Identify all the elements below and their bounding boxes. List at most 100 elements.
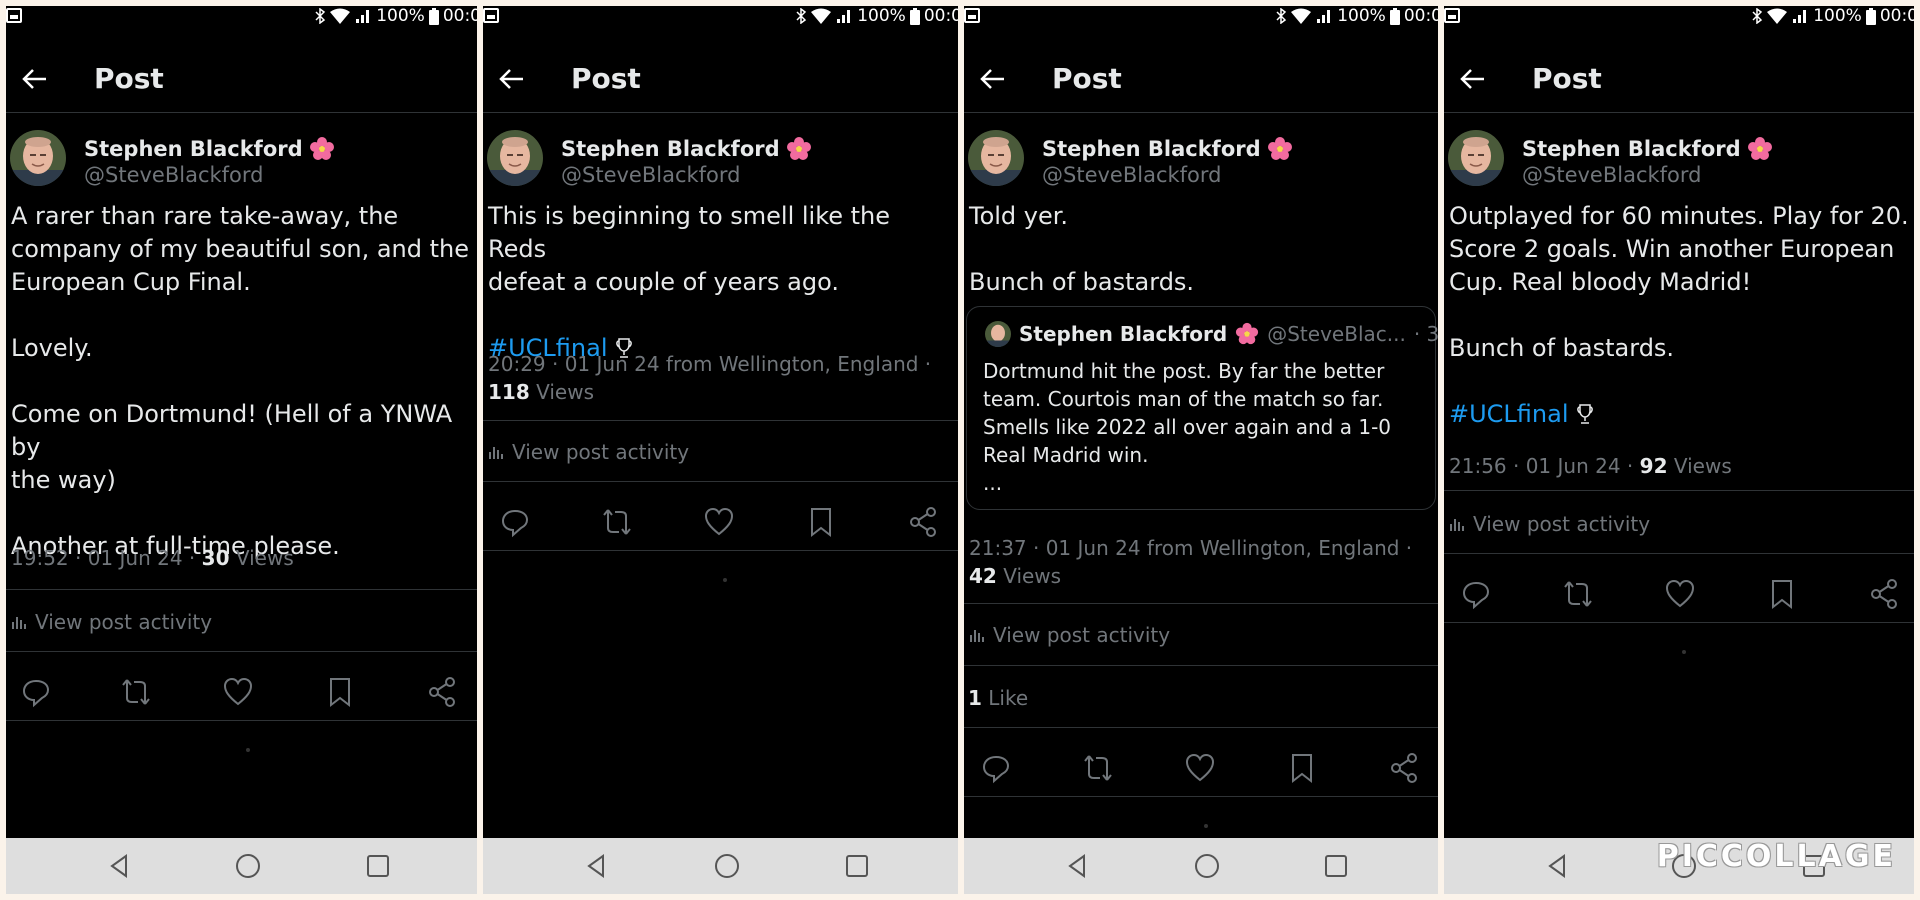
like-icon[interactable]	[1664, 578, 1696, 610]
flower-icon	[786, 137, 811, 160]
nav-back-icon[interactable]	[106, 852, 134, 880]
post-text: Told yer. Bunch of bastards.	[969, 200, 1434, 299]
quoted-line: Real Madrid win.	[983, 443, 1149, 467]
author-name-row[interactable]: Stephen Blackford	[1522, 136, 1773, 162]
more-options-icon[interactable]	[1912, 144, 1914, 168]
loading-indicator	[246, 748, 250, 752]
author-handle[interactable]: @SteveBlackford	[84, 163, 263, 187]
view-post-activity-link[interactable]: View post activity	[488, 440, 689, 464]
analytics-icon	[970, 630, 984, 642]
author-name: Stephen Blackford	[1042, 137, 1261, 161]
quoted-post-text: Dortmund hit the post. By far the better…	[983, 357, 1425, 497]
view-post-activity-link[interactable]: View post activity	[1449, 512, 1650, 536]
wifi-icon	[811, 8, 832, 24]
clock: 00:0	[923, 6, 958, 26]
back-arrow-icon[interactable]	[1458, 64, 1488, 94]
reply-icon[interactable]	[20, 676, 52, 708]
nav-back-icon[interactable]	[1544, 852, 1572, 880]
author-handle[interactable]: @SteveBlackford	[561, 163, 740, 187]
post-text: A rarer than rare take-away, the company…	[11, 200, 473, 563]
post-text: Outplayed for 60 minutes. Play for 20. S…	[1449, 200, 1910, 431]
battery-icon	[1865, 7, 1876, 25]
post-header: Stephen Blackford @SteveBlackford	[964, 130, 1438, 192]
flower-icon	[1747, 137, 1772, 160]
nav-recents-icon[interactable]	[364, 852, 392, 880]
post-header: Stephen Blackford @SteveBlackford	[483, 130, 958, 192]
quoted-post[interactable]: Stephen Blackford @SteveBlac... · 3h Dor…	[966, 306, 1438, 510]
avatar[interactable]	[10, 130, 66, 186]
nav-recents-icon[interactable]	[843, 852, 871, 880]
nav-home-icon[interactable]	[713, 852, 741, 880]
hashtag-link[interactable]: #UCLfinal	[1449, 400, 1569, 428]
page-title: Post	[1532, 62, 1602, 95]
nav-recents-icon[interactable]	[1322, 852, 1350, 880]
share-icon[interactable]	[907, 506, 939, 538]
more-options-icon[interactable]	[956, 144, 958, 168]
view-post-activity-link[interactable]: View post activity	[969, 623, 1170, 647]
bookmark-icon[interactable]	[1286, 752, 1318, 784]
reply-icon[interactable]	[499, 506, 531, 538]
divider	[483, 420, 958, 421]
avatar[interactable]	[968, 130, 1024, 186]
battery-percent: 100%	[376, 6, 425, 26]
divider	[6, 589, 477, 590]
repost-icon[interactable]	[1082, 752, 1114, 784]
signal-icon	[1317, 10, 1331, 23]
likes-label: Like	[981, 686, 1029, 710]
divider	[6, 112, 477, 113]
reply-icon[interactable]	[1460, 578, 1492, 610]
back-arrow-icon[interactable]	[978, 64, 1008, 94]
quoted-post-header: Stephen Blackford @SteveBlac... · 3h	[985, 321, 1438, 347]
like-icon[interactable]	[222, 676, 254, 708]
post-header: Stephen Blackford @SteveBlackford	[6, 130, 477, 192]
view-post-activity-label: View post activity	[35, 610, 213, 634]
repost-icon[interactable]	[601, 506, 633, 538]
more-options-icon[interactable]	[475, 144, 477, 168]
back-arrow-icon[interactable]	[20, 64, 50, 94]
post-line: defeat a couple of years ago.	[488, 268, 839, 296]
clock: 00:0	[442, 6, 477, 26]
post-line: the way)	[11, 466, 116, 494]
nav-back-icon[interactable]	[583, 852, 611, 880]
back-arrow-icon[interactable]	[497, 64, 527, 94]
views-label: Views	[229, 546, 294, 570]
like-icon[interactable]	[703, 506, 735, 538]
views-label: Views	[1667, 454, 1732, 478]
divider	[964, 727, 1438, 728]
author-handle[interactable]: @SteveBlackford	[1042, 163, 1221, 187]
reply-icon[interactable]	[980, 752, 1012, 784]
bookmark-icon[interactable]	[324, 676, 356, 708]
clock: 00:0	[1403, 6, 1438, 26]
battery-percent: 100%	[1813, 6, 1862, 26]
like-icon[interactable]	[1184, 752, 1216, 784]
view-post-activity-link[interactable]: View post activity	[11, 610, 212, 634]
android-nav-bar	[483, 838, 958, 894]
divider	[483, 481, 958, 482]
repost-icon[interactable]	[120, 676, 152, 708]
share-icon[interactable]	[1868, 578, 1900, 610]
nav-home-icon[interactable]	[1193, 852, 1221, 880]
avatar[interactable]	[1448, 130, 1504, 186]
share-icon[interactable]	[426, 676, 458, 708]
nav-back-icon[interactable]	[1064, 852, 1092, 880]
author-handle[interactable]: @SteveBlackford	[1522, 163, 1701, 187]
wifi-icon	[1767, 8, 1788, 24]
author-name-row[interactable]: Stephen Blackford	[84, 136, 335, 162]
author-name-row[interactable]: Stephen Blackford	[561, 136, 812, 162]
share-icon[interactable]	[1388, 752, 1420, 784]
likes-summary[interactable]: 1 Like	[968, 686, 1028, 710]
view-post-activity-label: View post activity	[512, 440, 690, 464]
author-name-row[interactable]: Stephen Blackford	[1042, 136, 1293, 162]
nav-home-icon[interactable]	[234, 852, 262, 880]
views-label: Views	[529, 380, 594, 404]
post-screen-3: 100% 00:0 Post Stephen Blackford @SteveB…	[964, 6, 1438, 894]
more-options-icon[interactable]	[1436, 144, 1438, 168]
bookmark-icon[interactable]	[805, 506, 837, 538]
bluetooth-icon	[796, 8, 807, 24]
avatar[interactable]	[487, 130, 543, 186]
battery-icon	[428, 7, 439, 25]
bookmark-icon[interactable]	[1766, 578, 1798, 610]
wifi-icon	[1291, 8, 1312, 24]
repost-icon[interactable]	[1562, 578, 1594, 610]
wifi-icon	[330, 8, 351, 24]
